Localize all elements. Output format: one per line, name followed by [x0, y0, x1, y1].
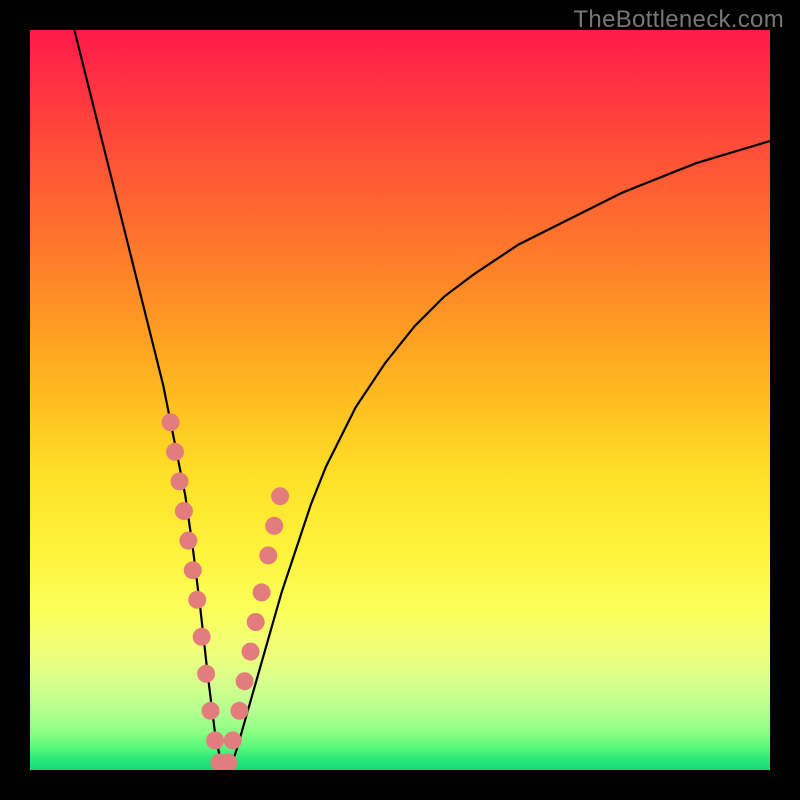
scatter-dot [193, 628, 211, 646]
scatter-dot [265, 517, 283, 535]
scatter-dot [253, 583, 271, 601]
scatter-dot [197, 665, 215, 683]
bottleneck-curve [74, 30, 770, 770]
scatter-dot [166, 443, 184, 461]
scatter-dot [202, 702, 220, 720]
scatter-dot [175, 502, 193, 520]
scatter-dots [162, 413, 290, 770]
scatter-dot [236, 672, 254, 690]
scatter-dot [206, 731, 224, 749]
scatter-dot [179, 532, 197, 550]
chart-frame: TheBottleneck.com [0, 0, 800, 800]
scatter-dot [242, 643, 260, 661]
scatter-dot [162, 413, 180, 431]
scatter-dot [170, 472, 188, 490]
scatter-dot [271, 487, 289, 505]
chart-svg [30, 30, 770, 770]
scatter-dot [259, 546, 277, 564]
watermark-text: TheBottleneck.com [573, 6, 784, 34]
scatter-dot [247, 613, 265, 631]
scatter-dot [184, 561, 202, 579]
scatter-dot [230, 702, 248, 720]
scatter-dot [188, 591, 206, 609]
scatter-dot [224, 731, 242, 749]
